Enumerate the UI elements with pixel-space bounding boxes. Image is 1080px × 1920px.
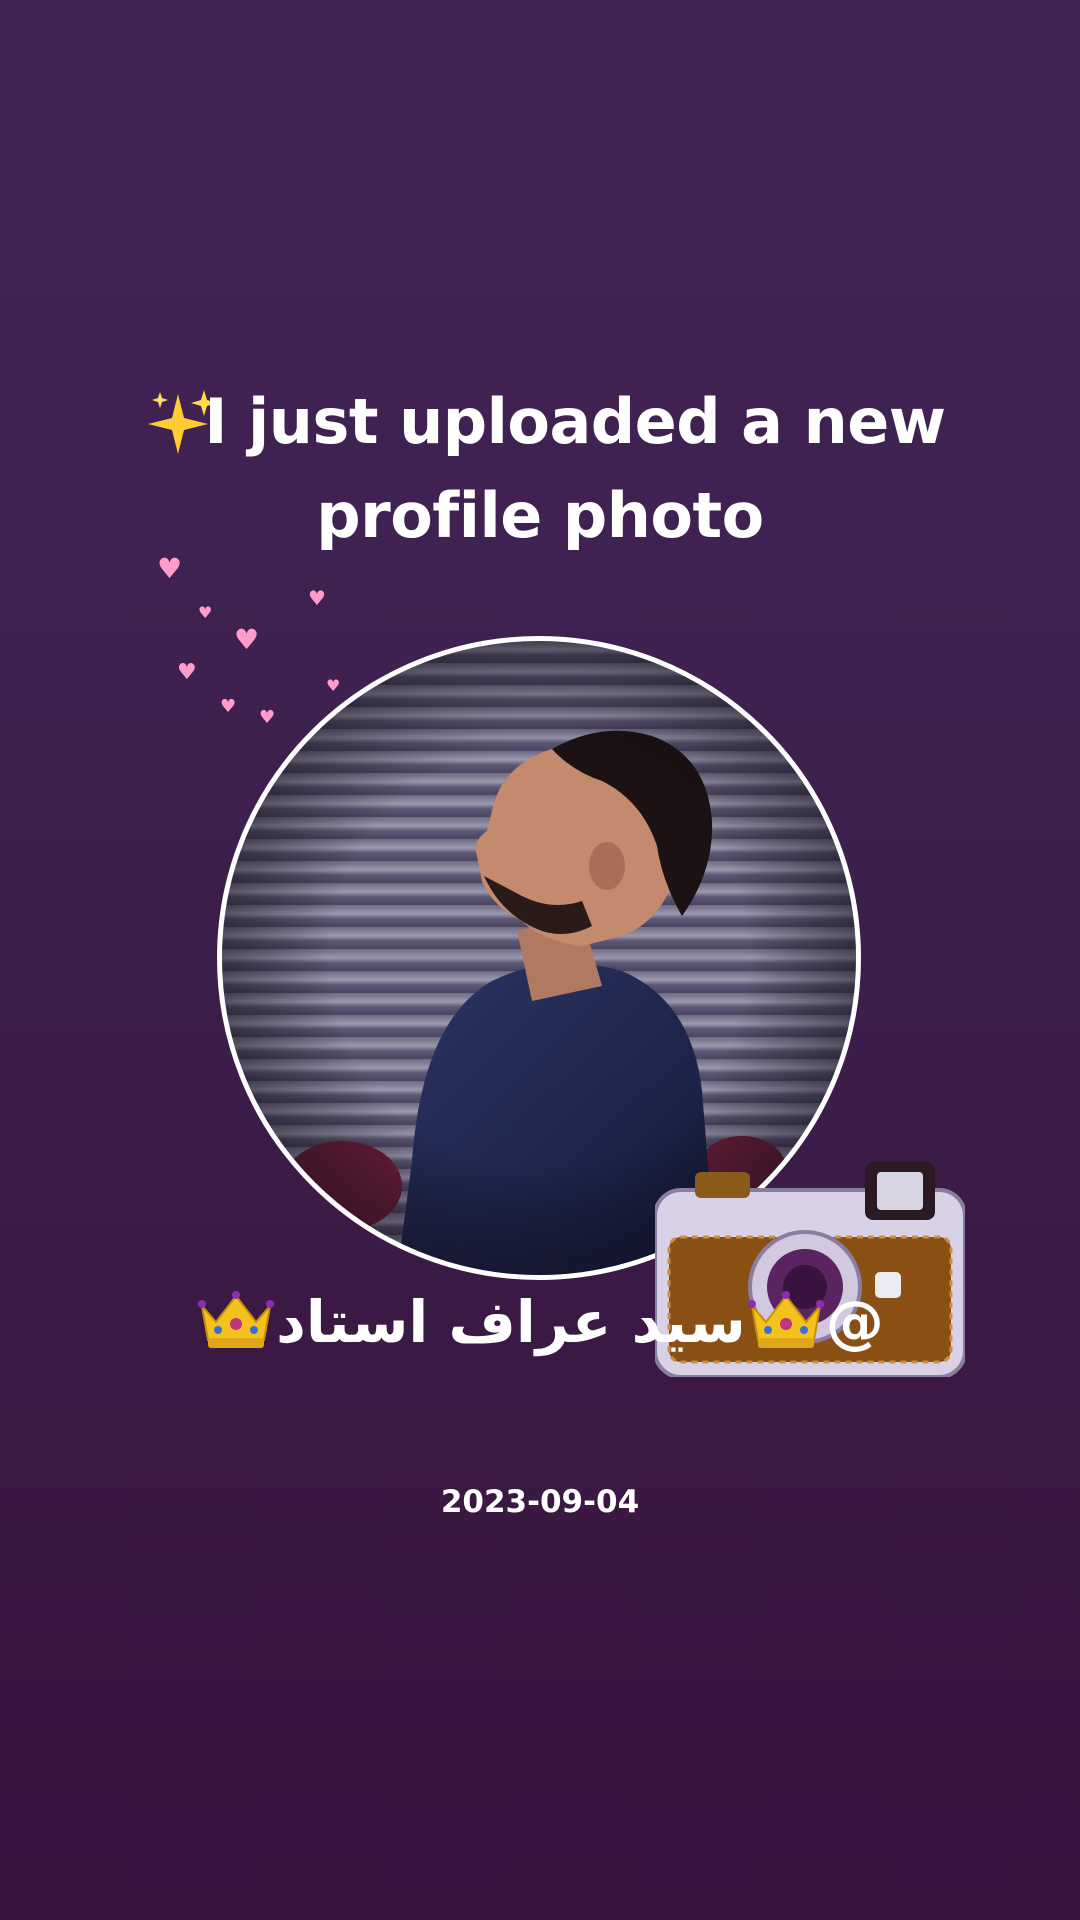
- crown-icon: [747, 1291, 824, 1348]
- headline-text: I just uploaded a new profile photo: [90, 375, 990, 563]
- heart-icon: ♥: [177, 660, 197, 685]
- headline-label: I just uploaded a new profile photo: [204, 385, 946, 552]
- heart-icon: ♥: [308, 586, 326, 610]
- post-date: 2023-09-04: [440, 1484, 640, 1520]
- heart-icon: ♥: [198, 603, 213, 622]
- username-name: سيد عراف استاد: [276, 1288, 746, 1356]
- crown-icon: [198, 1291, 275, 1348]
- username-at: @: [825, 1288, 884, 1356]
- username-tag: @ سيد عراف استاد: [0, 1282, 1080, 1362]
